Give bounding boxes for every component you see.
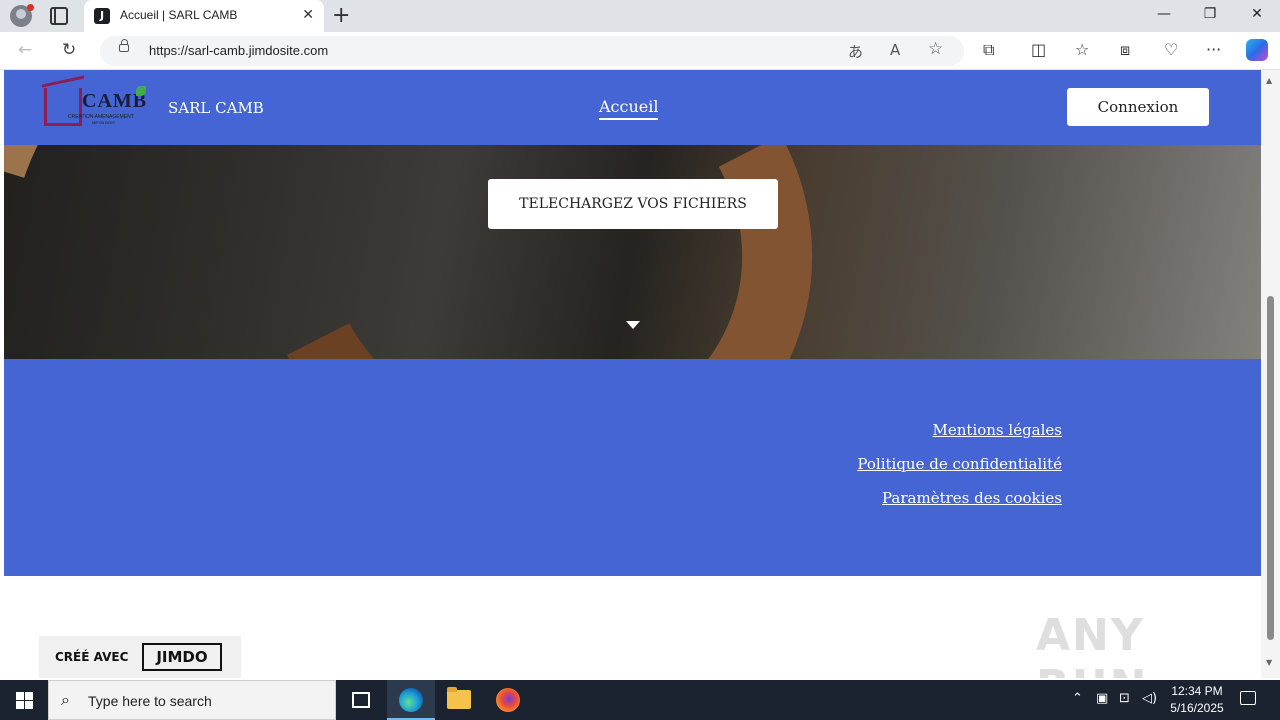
close-window-button[interactable]: ✕ bbox=[1247, 6, 1267, 22]
edge-taskbar-button[interactable] bbox=[387, 680, 435, 720]
logo-leaf-icon bbox=[136, 86, 146, 96]
nav-link-accueil[interactable]: Accueil bbox=[599, 97, 659, 120]
scroll-up-arrow-icon[interactable]: ▲ bbox=[1266, 76, 1272, 85]
clock-time: 12:34 PM bbox=[1171, 684, 1223, 698]
site-logo[interactable]: CAMB CREATION AMENAGEMENT MEYAI BOIS bbox=[42, 75, 150, 128]
lock-icon[interactable] bbox=[119, 39, 129, 52]
address-bar[interactable]: https://sarl-camb.jimdosite.com あ A ☆ bbox=[100, 36, 964, 66]
edge-icon bbox=[399, 688, 423, 712]
favorites-icon[interactable]: ☆ bbox=[1075, 40, 1089, 59]
browser-toolbar: ← ↻ https://sarl-camb.jimdosite.com あ A … bbox=[0, 32, 1280, 70]
tab-title: Accueil | SARL CAMB bbox=[120, 8, 238, 22]
hero-section: TELECHARGEZ VOS FICHIERS bbox=[4, 145, 1261, 359]
page-scrollbar[interactable]: ▲ ▼ bbox=[1261, 70, 1280, 678]
taskbar-clock[interactable]: 12:34 PM 5/16/2025 bbox=[1162, 683, 1232, 717]
badge-label: CRÉÉ AVEC bbox=[55, 650, 129, 664]
windows-taskbar: ⌕ Type here to search ⌃ ▣ ⊡ ◁) 12:34 PM … bbox=[0, 680, 1280, 720]
volume-icon[interactable]: ◁) bbox=[1142, 691, 1157, 706]
url-text[interactable]: https://sarl-camb.jimdosite.com bbox=[149, 43, 328, 58]
site-header: CAMB CREATION AMENAGEMENT MEYAI BOIS SAR… bbox=[4, 70, 1261, 145]
notification-center-icon[interactable] bbox=[1240, 691, 1256, 705]
extensions-icon[interactable]: ⧉ bbox=[983, 40, 994, 60]
firefox-taskbar-button[interactable] bbox=[484, 680, 532, 720]
site-name[interactable]: SARL CAMB bbox=[168, 99, 264, 117]
favorite-star-icon[interactable]: ☆ bbox=[928, 39, 943, 59]
login-button[interactable]: Connexion bbox=[1067, 88, 1209, 126]
logo-house-icon bbox=[44, 88, 82, 126]
collections-icon[interactable]: ⧈ bbox=[1120, 40, 1130, 60]
browser-essentials-icon[interactable]: ♡ bbox=[1164, 40, 1178, 59]
browser-tab-active[interactable]: J Accueil | SARL CAMB ✕ bbox=[84, 0, 324, 32]
upload-files-button[interactable]: TELECHARGEZ VOS FICHIERS bbox=[488, 179, 778, 229]
notification-dot bbox=[27, 4, 34, 11]
minimize-button[interactable]: — bbox=[1154, 6, 1174, 22]
folder-icon bbox=[447, 687, 471, 709]
task-view-icon bbox=[352, 692, 370, 708]
read-aloud-icon[interactable]: A bbox=[890, 41, 900, 59]
logo-subtitle-2: MEYAI BOIS bbox=[92, 120, 115, 125]
taskbar-search-box[interactable]: ⌕ Type here to search bbox=[48, 680, 336, 720]
tab-close-icon[interactable]: ✕ bbox=[302, 7, 314, 23]
scroll-down-arrow-icon[interactable]: ▼ bbox=[1266, 658, 1272, 667]
translate-icon[interactable]: あ bbox=[848, 41, 863, 62]
more-menu-icon[interactable]: ··· bbox=[1206, 40, 1221, 59]
windows-start-icon[interactable] bbox=[16, 692, 33, 709]
browser-tab-strip: J Accueil | SARL CAMB ✕ + — ❐ ✕ bbox=[0, 0, 1280, 32]
page-viewport: CAMB CREATION AMENAGEMENT MEYAI BOIS SAR… bbox=[4, 70, 1261, 678]
file-explorer-taskbar-button[interactable] bbox=[435, 680, 483, 720]
tab-actions-icon[interactable] bbox=[50, 7, 68, 25]
restore-button[interactable]: ❐ bbox=[1200, 6, 1220, 22]
new-tab-button[interactable]: + bbox=[332, 3, 350, 28]
scroll-down-arrow-icon[interactable] bbox=[626, 321, 640, 329]
back-button[interactable]: ← bbox=[18, 40, 32, 60]
task-view-button[interactable] bbox=[336, 680, 384, 720]
cookie-settings-link[interactable]: Paramètres des cookies bbox=[882, 489, 1062, 507]
search-icon: ⌕ bbox=[61, 690, 70, 709]
anyrun-watermark: ANY RUN bbox=[1036, 610, 1146, 678]
meet-now-icon[interactable]: ▣ bbox=[1096, 691, 1108, 706]
firefox-icon bbox=[496, 688, 520, 712]
network-icon[interactable]: ⊡ bbox=[1119, 691, 1130, 706]
chevron-up-icon[interactable]: ⌃ bbox=[1072, 691, 1083, 706]
copilot-icon[interactable] bbox=[1246, 39, 1268, 61]
search-placeholder: Type here to search bbox=[88, 693, 212, 709]
reload-button[interactable]: ↻ bbox=[62, 40, 76, 60]
clock-date: 5/16/2025 bbox=[1170, 701, 1224, 715]
jimdo-favicon-icon: J bbox=[94, 8, 110, 24]
split-screen-icon[interactable]: ◫ bbox=[1031, 40, 1046, 59]
privacy-policy-link[interactable]: Politique de confidentialité bbox=[857, 455, 1062, 473]
scrollbar-thumb[interactable] bbox=[1267, 296, 1274, 640]
legal-notice-link[interactable]: Mentions légales bbox=[933, 421, 1062, 439]
site-footer: Mentions légales Politique de confidenti… bbox=[4, 359, 1261, 576]
made-with-jimdo-badge[interactable]: CRÉÉ AVEC JIMDO bbox=[39, 636, 241, 678]
jimdo-logo: JIMDO bbox=[142, 643, 222, 671]
